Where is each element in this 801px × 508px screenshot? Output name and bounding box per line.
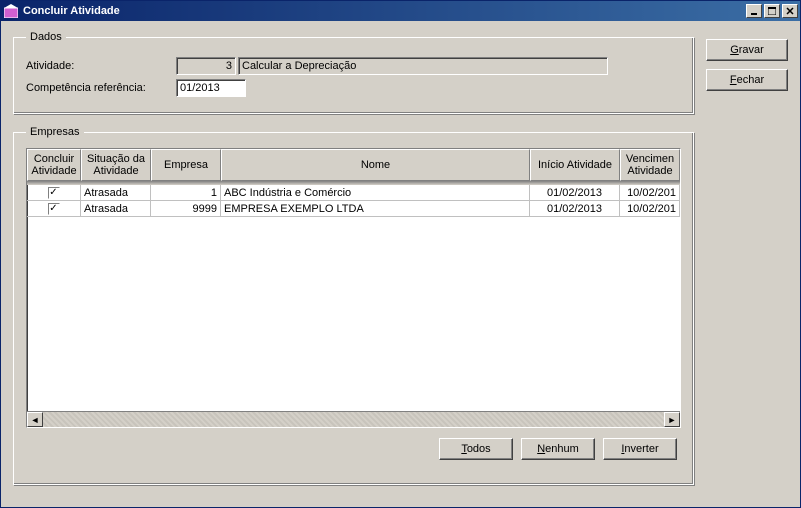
empresas-legend: Empresas xyxy=(26,126,84,138)
window: Concluir Atividade Dados Atividade: 3 Ca… xyxy=(0,0,801,508)
app-icon xyxy=(3,3,19,19)
fechar-button[interactable]: Fechar xyxy=(706,69,788,91)
nenhum-button[interactable]: Nenhum xyxy=(521,438,595,460)
atividade-descricao: Calcular a Depreciação xyxy=(238,57,608,75)
content: Dados Atividade: 3 Calcular a Depreciaçã… xyxy=(1,21,800,507)
atividade-codigo: 3 xyxy=(176,57,236,75)
grid-rows: ✓ Atrasada1ABC Indústria e Comércio01/02/… xyxy=(27,185,680,411)
grid-header: Concluir Atividade Situação da Atividade… xyxy=(27,149,680,181)
window-title: Concluir Atividade xyxy=(23,5,746,17)
scroll-right-button[interactable]: ► xyxy=(664,412,680,427)
header-empresa[interactable]: Empresa xyxy=(151,149,221,181)
cell-concluir[interactable]: ✓ xyxy=(27,185,81,200)
dados-group: Dados Atividade: 3 Calcular a Depreciaçã… xyxy=(13,31,694,114)
cell-situacao: Atrasada xyxy=(81,185,151,200)
horizontal-scrollbar[interactable]: ◄ ► xyxy=(27,411,680,427)
header-concluir[interactable]: Concluir Atividade xyxy=(27,149,81,181)
header-nome[interactable]: Nome xyxy=(221,149,530,181)
selection-buttons: Todos Nenhum Inverter xyxy=(26,428,681,462)
cell-nome: EMPRESA EXEMPLO LTDA xyxy=(221,201,530,216)
cell-vencimento: 10/02/201 xyxy=(620,201,680,216)
titlebar[interactable]: Concluir Atividade xyxy=(1,1,800,21)
scroll-left-button[interactable]: ◄ xyxy=(27,412,43,427)
scroll-track[interactable] xyxy=(43,412,664,427)
header-situacao[interactable]: Situação da Atividade xyxy=(81,149,151,181)
right-column: Gravar Fechar xyxy=(706,31,788,497)
competencia-label: Competência referência: xyxy=(26,82,176,94)
dados-legend: Dados xyxy=(26,31,66,43)
cell-situacao: Atrasada xyxy=(81,201,151,216)
checkbox[interactable]: ✓ xyxy=(48,203,60,215)
cell-inicio: 01/02/2013 xyxy=(530,185,620,200)
gravar-button[interactable]: Gravar xyxy=(706,39,788,61)
competencia-row: Competência referência: 01/2013 xyxy=(26,79,681,97)
header-inicio[interactable]: Início Atividade xyxy=(530,149,620,181)
cell-nome: ABC Indústria e Comércio xyxy=(221,185,530,200)
maximize-button[interactable] xyxy=(764,4,780,18)
cell-inicio: 01/02/2013 xyxy=(530,201,620,216)
table-row[interactable]: ✓ Atrasada9999EMPRESA EXEMPLO LTDA01/02/2… xyxy=(27,201,680,217)
todos-button[interactable]: Todos xyxy=(439,438,513,460)
window-controls xyxy=(746,4,798,18)
empresas-group: Empresas Concluir Atividade Situação da … xyxy=(13,126,694,485)
atividade-label: Atividade: xyxy=(26,60,176,72)
competencia-valor[interactable]: 01/2013 xyxy=(176,79,246,97)
close-button[interactable] xyxy=(782,4,798,18)
header-vencimento[interactable]: Vencimen Atividade xyxy=(620,149,680,181)
checkbox[interactable]: ✓ xyxy=(48,187,60,199)
inverter-button[interactable]: Inverter xyxy=(603,438,677,460)
cell-empresa: 9999 xyxy=(151,201,221,216)
minimize-button[interactable] xyxy=(746,4,762,18)
empresas-grid: Concluir Atividade Situação da Atividade… xyxy=(26,148,681,428)
left-column: Dados Atividade: 3 Calcular a Depreciaçã… xyxy=(13,31,694,497)
table-row[interactable]: ✓ Atrasada1ABC Indústria e Comércio01/02/… xyxy=(27,185,680,201)
cell-empresa: 1 xyxy=(151,185,221,200)
cell-vencimento: 10/02/201 xyxy=(620,185,680,200)
cell-concluir[interactable]: ✓ xyxy=(27,201,81,216)
atividade-row: Atividade: 3 Calcular a Depreciação xyxy=(26,57,681,75)
